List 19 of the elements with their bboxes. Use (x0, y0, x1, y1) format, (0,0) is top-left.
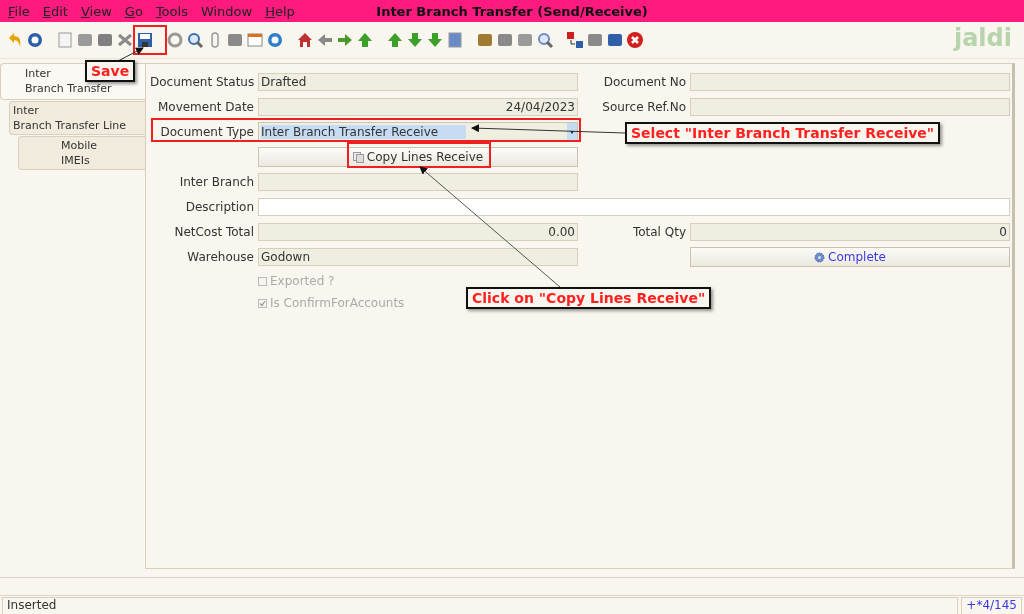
field-label: NetCost Total (173, 225, 254, 239)
field-label: Description (184, 200, 254, 214)
logo: jaldi (953, 24, 1012, 52)
record-counter: +*4/145 (961, 597, 1022, 614)
field-label: Total Qty (631, 225, 686, 239)
field-label: Movement Date (156, 100, 254, 114)
callout-tooltip: Click on "Copy Lines Receive" (466, 287, 712, 309)
checkbox-label: Exported ? (270, 274, 335, 288)
callout-tooltip: Select "Inter Branch Transfer Receive" (625, 122, 941, 144)
field-label: Source Ref.No (601, 100, 686, 114)
field-label: Warehouse (186, 250, 254, 264)
field-label: Document No (602, 75, 686, 89)
field-label: Document Status (150, 75, 254, 89)
callout-tooltip: Save (85, 60, 136, 82)
checkbox-label: Is ConfirmForAccounts (270, 296, 405, 310)
window-title: Inter Branch Transfer (Send/Receive) (376, 3, 648, 19)
field-label: Document Type (159, 125, 254, 139)
status-message: Inserted (2, 597, 959, 614)
field-label: Inter Branch (178, 175, 254, 189)
